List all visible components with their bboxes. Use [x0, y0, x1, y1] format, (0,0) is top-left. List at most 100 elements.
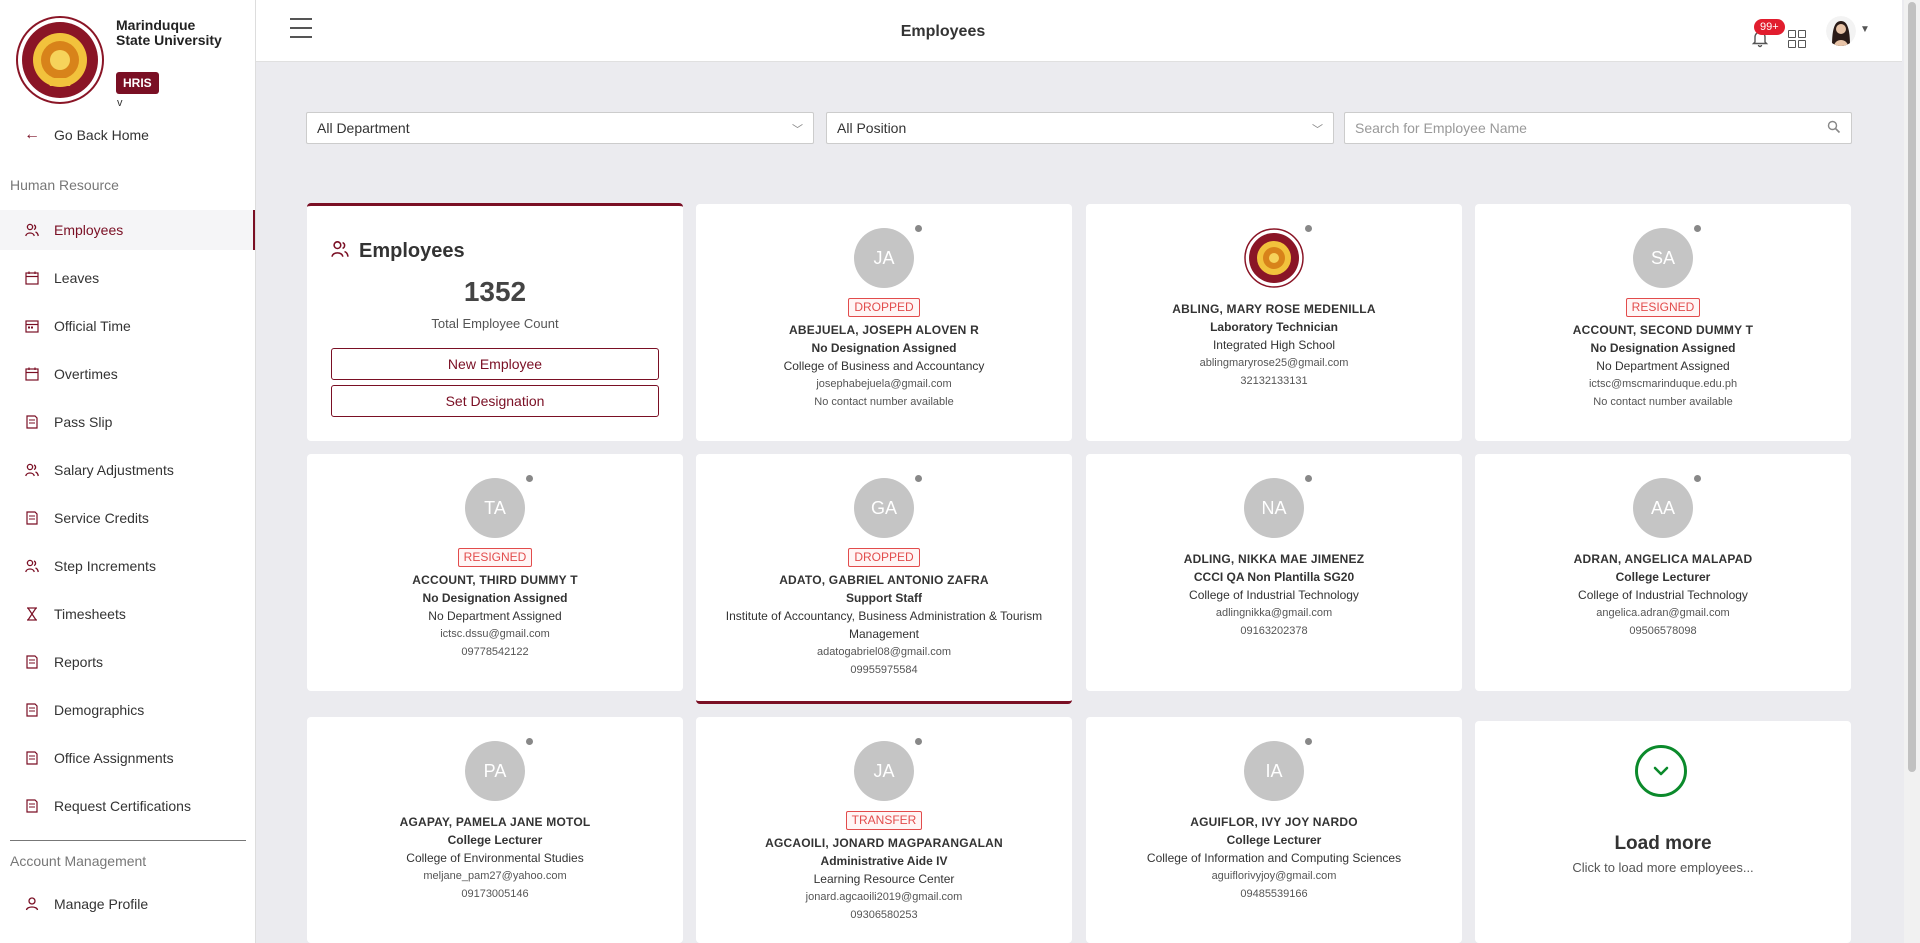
employee-info: ADRAN, ANGELICA MALAPAD College Lecturer…	[1475, 550, 1851, 640]
employees-summary-card: Employees 1352 Total Employee Count New …	[307, 203, 683, 441]
employee-card[interactable]: IA AGUIFLOR, IVY JOY NARDO College Lectu…	[1086, 717, 1462, 943]
employee-name: ACCOUNT, SECOND DUMMY T	[1572, 323, 1754, 337]
sidebar-item-employees[interactable]: Employees	[0, 210, 255, 250]
university-logo	[16, 16, 104, 104]
sidebar-item-leaves[interactable]: Leaves	[0, 258, 255, 298]
employee-phone: 09485539166	[1240, 888, 1308, 900]
employee-info: AGAPAY, PAMELA JANE MOTOL College Lectur…	[307, 813, 683, 903]
employee-department: No Department Assigned	[1596, 359, 1730, 373]
employee-phone: No contact number available	[1593, 396, 1733, 408]
sidebar-item-reports[interactable]: Reports	[0, 642, 255, 682]
total-employee-label: Total Employee Count	[431, 316, 559, 331]
employee-card[interactable]: JA DROPPED ABEJUELA, JOSEPH ALOVEN R No …	[696, 204, 1072, 441]
employee-phone: 09163202378	[1240, 625, 1308, 637]
status-dot	[526, 475, 533, 482]
arrow-left-icon: ←	[24, 126, 40, 143]
apps-grid-icon[interactable]	[1788, 30, 1806, 48]
position-select[interactable]: All Position ﹀	[826, 112, 1334, 144]
calendar-icon	[24, 270, 40, 286]
employee-card[interactable]: GA DROPPED ADATO, GABRIEL ANTONIO ZAFRA …	[696, 454, 1072, 704]
sidebar-item-label: Manage Profile	[54, 896, 149, 912]
sidebar-item-official-time[interactable]: Official Time	[0, 306, 255, 346]
sidebar-item-pass-slip[interactable]: Pass Slip	[0, 402, 255, 442]
position-select-value: All Position	[837, 120, 907, 136]
sidebar-item-manage-profile[interactable]: Manage Profile	[0, 884, 255, 924]
status-dot	[1694, 225, 1701, 232]
employee-card[interactable]: SA RESIGNED ACCOUNT, SECOND DUMMY T No D…	[1475, 204, 1851, 441]
hris-badge: HRIS	[116, 72, 159, 94]
employee-search	[1344, 112, 1852, 144]
sidebar-item-label: Request Certifications	[54, 798, 191, 814]
new-employee-button[interactable]: New Employee	[331, 348, 659, 380]
user-avatar[interactable]	[1826, 16, 1856, 46]
go-back-home-link[interactable]: ← Go Back Home	[0, 120, 255, 150]
employee-card[interactable]: AA ADRAN, ANGELICA MALAPAD College Lectu…	[1475, 454, 1851, 691]
status-dot	[915, 225, 922, 232]
employee-avatar: GA	[854, 478, 914, 538]
sidebar-divider	[10, 840, 246, 841]
calendar-icon	[24, 366, 40, 382]
sidebar-item-salary-adjustments[interactable]: Salary Adjustments	[0, 450, 255, 490]
employee-department: College of Industrial Technology	[1189, 588, 1359, 602]
employee-card[interactable]: NA ADLING, NIKKA MAE JIMENEZ CCCI QA Non…	[1086, 454, 1462, 691]
status-dot	[1305, 738, 1312, 745]
status-badge: DROPPED	[848, 548, 920, 567]
employee-email: jonard.agcaoili2019@gmail.com	[805, 891, 963, 903]
section-account-management: Account Management	[10, 853, 147, 869]
sidebar-item-office-assignments[interactable]: Office Assignments	[0, 738, 255, 778]
users-icon	[331, 240, 349, 263]
notification-badge: 99+	[1754, 19, 1785, 35]
employee-card[interactable]: ABLING, MARY ROSE MEDENILLA Laboratory T…	[1086, 204, 1462, 441]
document-icon	[24, 702, 40, 718]
employee-avatar: PA	[465, 741, 525, 801]
sidebar-item-step-increments[interactable]: Step Increments	[0, 546, 255, 586]
employee-designation: Support Staff	[846, 591, 922, 605]
set-designation-button[interactable]: Set Designation	[331, 385, 659, 417]
brand: Marinduque State University HRIS v	[0, 0, 255, 120]
chevron-down-circle-icon	[1635, 745, 1687, 797]
search-input[interactable]	[1355, 113, 1815, 143]
version-label: v	[117, 97, 123, 109]
document-icon	[24, 654, 40, 670]
employee-email: meljane_pam27@yahoo.com	[423, 870, 567, 882]
sidebar-item-label: Reports	[54, 654, 104, 670]
employee-info: DROPPED ADATO, GABRIEL ANTONIO ZAFRA Sup…	[696, 548, 1072, 679]
go-back-home-label: Go Back Home	[54, 127, 149, 143]
load-more-card[interactable]: Load more Click to load more employees..…	[1475, 721, 1851, 943]
sidebar-item-timesheets[interactable]: Timesheets	[0, 594, 255, 634]
employee-avatar: TA	[465, 478, 525, 538]
sidebar-item-service-credits[interactable]: Service Credits	[0, 498, 255, 538]
hourglass-icon	[24, 606, 40, 622]
university-name: Marinduque State University	[116, 17, 222, 48]
sidebar-item-overtimes[interactable]: Overtimes	[0, 354, 255, 394]
employee-name: ADLING, NIKKA MAE JIMENEZ	[1183, 552, 1365, 566]
employee-card[interactable]: PA AGAPAY, PAMELA JANE MOTOL College Lec…	[307, 717, 683, 943]
employee-email: ablingmaryrose25@gmail.com	[1199, 357, 1349, 369]
document-icon	[24, 798, 40, 814]
employee-name: ACCOUNT, THIRD DUMMY T	[412, 573, 578, 587]
employee-phone: 32132133131	[1240, 375, 1308, 387]
status-dot	[915, 475, 922, 482]
sidebar-item-label: Overtimes	[54, 366, 118, 382]
status-badge: TRANSFER	[845, 811, 923, 830]
employee-department: College of Business and Accountancy	[783, 359, 985, 373]
employee-name: ADATO, GABRIEL ANTONIO ZAFRA	[779, 573, 989, 587]
scrollbar-thumb[interactable]	[1908, 2, 1916, 772]
load-more-title: Load more	[1614, 833, 1712, 854]
department-select[interactable]: All Department ﹀	[306, 112, 814, 144]
employee-info: AGUIFLOR, IVY JOY NARDO College Lecturer…	[1086, 813, 1462, 903]
sidebar-item-demographics[interactable]: Demographics	[0, 690, 255, 730]
section-human-resource: Human Resource	[10, 177, 119, 193]
sidebar-item-request-certifications[interactable]: Request Certifications	[0, 786, 255, 826]
caret-down-icon[interactable]: ▼	[1860, 24, 1870, 35]
employee-card[interactable]: JA TRANSFER AGCAOILI, JONARD MAGPARANGAL…	[696, 717, 1072, 943]
sidebar-item-label: Demographics	[54, 702, 145, 718]
users-icon	[24, 462, 40, 478]
employee-card[interactable]: TA RESIGNED ACCOUNT, THIRD DUMMY T No De…	[307, 454, 683, 691]
employee-phone: 09778542122	[461, 646, 529, 658]
search-icon[interactable]	[1827, 120, 1841, 134]
page-scrollbar[interactable]	[1904, 0, 1920, 943]
employee-info: DROPPED ABEJUELA, JOSEPH ALOVEN R No Des…	[696, 298, 1072, 411]
employee-designation: No Designation Assigned	[422, 591, 568, 605]
employee-phone: No contact number available	[814, 396, 954, 408]
